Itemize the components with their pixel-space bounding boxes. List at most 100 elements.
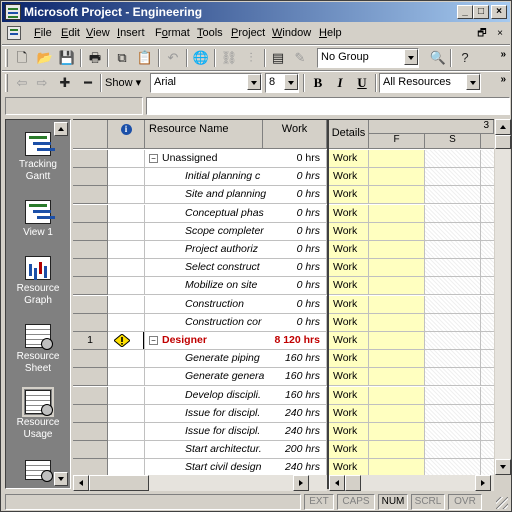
row-id[interactable]: [73, 423, 108, 441]
work-cell[interactable]: 8 120 hrs: [263, 332, 327, 350]
document-icon[interactable]: [7, 26, 21, 40]
indicator-cell[interactable]: [108, 223, 145, 241]
row-id[interactable]: [73, 387, 108, 405]
timescale-day-f[interactable]: F: [369, 134, 425, 149]
row-id[interactable]: [73, 186, 108, 204]
chevron-down-icon[interactable]: [247, 74, 261, 90]
work-cell[interactable]: 0 hrs: [263, 150, 327, 168]
show-outline-button[interactable]: Show ▾: [105, 76, 141, 89]
row-id[interactable]: [73, 350, 108, 368]
menu-format[interactable]: Format: [155, 27, 190, 39]
indicator-cell[interactable]: [108, 368, 145, 386]
chevron-down-icon[interactable]: [404, 49, 418, 65]
timescale-cell[interactable]: [481, 314, 494, 332]
timescale-cell[interactable]: [481, 387, 494, 405]
resize-grip-icon[interactable]: [496, 497, 508, 509]
timescale-cell[interactable]: [369, 277, 425, 295]
link-tasks-icon[interactable]: ⛓: [219, 49, 239, 67]
select-all-corner[interactable]: [73, 120, 108, 149]
timescale-cell[interactable]: [425, 259, 481, 277]
timescale-cell[interactable]: [425, 205, 481, 223]
help-icon[interactable]: ?: [455, 49, 475, 67]
timescale-cell[interactable]: [425, 150, 481, 168]
hide-subtasks-icon[interactable]: ━: [78, 74, 98, 92]
chevron-down-icon[interactable]: [284, 74, 298, 90]
print-icon[interactable]: 🖶: [85, 49, 105, 67]
indicator-cell[interactable]: [108, 314, 145, 332]
indicator-cell[interactable]: [108, 332, 145, 350]
assignment-row[interactable]: Construction 0 hrs: [73, 296, 327, 314]
unlink-tasks-icon[interactable]: ⫶: [241, 49, 261, 67]
work-cell[interactable]: 0 hrs: [263, 259, 327, 277]
resource-row[interactable]: − Unassigned 0 hrs: [73, 150, 327, 168]
toolbar-grip[interactable]: [5, 74, 8, 92]
scroll-right-icon[interactable]: [475, 475, 491, 491]
menu-project[interactable]: Project: [231, 27, 265, 39]
scroll-down-icon[interactable]: [495, 459, 511, 475]
row-id[interactable]: [73, 405, 108, 423]
scroll-up-icon[interactable]: [495, 119, 511, 135]
grid-scroll-thumb[interactable]: [89, 475, 149, 491]
vertical-scrollbar[interactable]: [494, 119, 511, 475]
timescale-cell[interactable]: [425, 387, 481, 405]
timescale-cell[interactable]: [425, 332, 481, 350]
row-id[interactable]: [73, 150, 108, 168]
work-cell[interactable]: 0 hrs: [263, 168, 327, 186]
indicator-cell[interactable]: [108, 186, 145, 204]
timescale-cell[interactable]: [481, 277, 494, 295]
indicator-cell[interactable]: [108, 423, 145, 441]
row-id[interactable]: [73, 459, 108, 475]
timescale-cell[interactable]: [425, 441, 481, 459]
assignment-row[interactable]: Initial planning c0 hrs: [73, 168, 327, 186]
indicator-cell[interactable]: [108, 205, 145, 223]
work-cell[interactable]: 0 hrs: [263, 205, 327, 223]
maximize-button[interactable]: □: [473, 5, 489, 19]
assignment-row[interactable]: Mobilize on site 0 hrs: [73, 277, 327, 295]
timescale-cell[interactable]: [425, 223, 481, 241]
row-id[interactable]: [73, 168, 108, 186]
work-cell[interactable]: 160 hrs: [263, 387, 327, 405]
timescale-cell[interactable]: [369, 205, 425, 223]
timescale-cell[interactable]: [425, 186, 481, 204]
work-cell[interactable]: 0 hrs: [263, 186, 327, 204]
timescale-cell[interactable]: [369, 405, 425, 423]
timescale-cell[interactable]: [481, 459, 494, 475]
work-cell[interactable]: 0 hrs: [263, 296, 327, 314]
paste-icon[interactable]: 📋: [135, 49, 155, 67]
indicator-cell[interactable]: [108, 405, 145, 423]
toolbar-grip[interactable]: [5, 49, 8, 67]
menu-file[interactable]: File: [34, 27, 52, 39]
toolbar-options-icon[interactable]: »: [500, 49, 506, 60]
view-resource-sheet[interactable]: Resource Sheet: [6, 324, 70, 375]
assignment-row[interactable]: Scope completer 0 hrs: [73, 223, 327, 241]
menu-insert[interactable]: Insert: [117, 27, 145, 39]
timescale-cell[interactable]: [369, 441, 425, 459]
collapse-icon[interactable]: −: [149, 336, 158, 345]
toolbar-options-icon[interactable]: »: [500, 74, 506, 85]
indicator-cell[interactable]: [108, 150, 145, 168]
menu-edit[interactable]: Edit: [61, 27, 80, 39]
menu-view[interactable]: View: [86, 27, 110, 39]
indicator-cell[interactable]: [108, 296, 145, 314]
assignment-row[interactable]: Conceptual phas 0 hrs: [73, 205, 327, 223]
assignment-row[interactable]: Generate genera 160 hrs: [73, 368, 327, 386]
work-cell[interactable]: 0 hrs: [263, 241, 327, 259]
menu-tools[interactable]: Tools: [197, 27, 223, 39]
indent-icon[interactable]: ⇨: [32, 74, 52, 92]
work-cell[interactable]: 240 hrs: [263, 459, 327, 475]
view-view-1[interactable]: View 1: [6, 200, 70, 239]
timescale-cell[interactable]: [481, 223, 494, 241]
row-id[interactable]: [73, 368, 108, 386]
timescale-cell[interactable]: [369, 186, 425, 204]
indicator-cell[interactable]: [108, 241, 145, 259]
timescale-cell[interactable]: [369, 241, 425, 259]
assignment-row[interactable]: Project authoriz 0 hrs: [73, 241, 327, 259]
resource-row[interactable]: 1 − Designer 8 120 hrs: [73, 332, 327, 350]
row-id[interactable]: [73, 241, 108, 259]
collapse-icon[interactable]: −: [149, 154, 158, 163]
resource-name-column-header[interactable]: Resource Name: [145, 120, 263, 149]
indicator-cell[interactable]: [108, 387, 145, 405]
row-id[interactable]: [73, 259, 108, 277]
timescale-cell[interactable]: [369, 296, 425, 314]
indicator-cell[interactable]: [108, 350, 145, 368]
